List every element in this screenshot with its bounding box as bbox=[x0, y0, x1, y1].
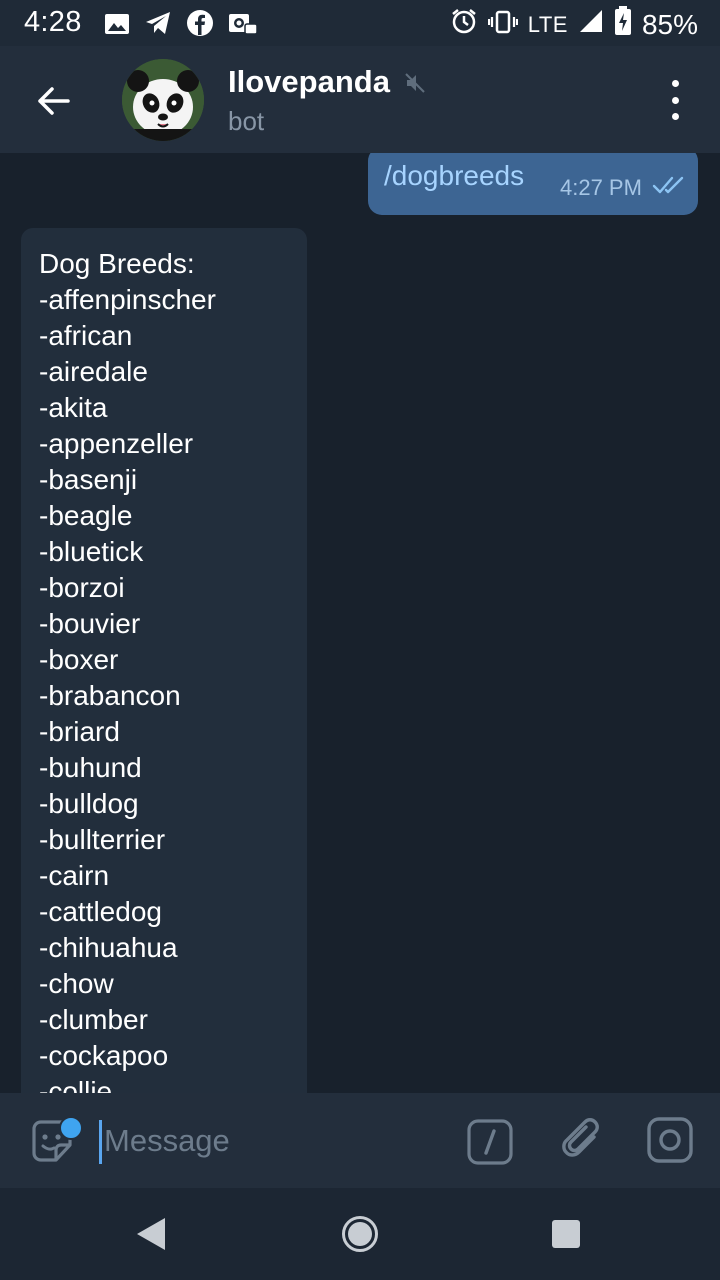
panda-avatar-icon bbox=[122, 59, 204, 141]
chat-subtitle: bot bbox=[228, 106, 265, 136]
double-check-icon bbox=[652, 175, 686, 200]
breed-list-item: -brabancon bbox=[39, 680, 181, 711]
message-heading-line: Dog Breeds: bbox=[39, 248, 195, 279]
back-button[interactable] bbox=[28, 76, 78, 126]
breed-list-item: -buhund bbox=[39, 752, 142, 783]
status-bar: 4:28 LTE 85% bbox=[0, 0, 720, 46]
breed-list-item: -borzoi bbox=[39, 572, 125, 603]
text-cursor bbox=[99, 1120, 102, 1164]
avatar[interactable] bbox=[122, 59, 204, 141]
network-type: LTE bbox=[527, 11, 568, 37]
circle-home-icon bbox=[342, 1216, 378, 1252]
nav-recents-button[interactable] bbox=[551, 1219, 581, 1254]
breed-list-item: -bulldog bbox=[39, 788, 139, 819]
breed-list-item: -briard bbox=[39, 716, 120, 747]
outgoing-message-text[interactable]: /dogbreeds bbox=[384, 160, 524, 192]
square-recents-icon bbox=[552, 1220, 580, 1248]
breed-list-item: -cattledog bbox=[39, 896, 162, 927]
breed-list-item: -cockapoo bbox=[39, 1040, 169, 1071]
signal-icon bbox=[578, 8, 604, 41]
system-status-icons: LTE 85% bbox=[450, 6, 698, 43]
attach-button[interactable] bbox=[558, 1115, 606, 1163]
message-input[interactable] bbox=[104, 1115, 434, 1167]
alarm-icon bbox=[450, 7, 478, 42]
breed-list-item: -affenpinscher bbox=[39, 284, 216, 315]
arrow-left-icon bbox=[38, 87, 70, 115]
telegram-chat-screen: 4:28 LTE 85% Ilovepanda bot /dogbreeds 4… bbox=[0, 0, 720, 1280]
slash-command-icon bbox=[467, 1119, 513, 1165]
battery-percent: 85% bbox=[641, 8, 698, 40]
sticker-badge bbox=[59, 1116, 83, 1140]
dot-icon bbox=[671, 96, 679, 104]
breed-list-item: -bouvier bbox=[39, 608, 141, 639]
breed-list-item: -beagle bbox=[39, 500, 133, 531]
notification-icons bbox=[104, 9, 258, 44]
breed-list-item: -akita bbox=[39, 392, 108, 423]
breed-list-item: -appenzeller bbox=[39, 428, 194, 459]
bot-commands-button[interactable] bbox=[467, 1119, 513, 1165]
incoming-message-text[interactable]: Dog Breeds: -affenpinscher -african -aireda… bbox=[39, 246, 216, 1093]
incoming-message[interactable]: Dog Breeds: -affenpinscher -african -aireda… bbox=[21, 228, 307, 1093]
dot-icon bbox=[671, 113, 679, 120]
breed-list-item: -cairn bbox=[39, 860, 110, 891]
breed-list-item: -boxer bbox=[39, 644, 119, 675]
status-time: 4:28 bbox=[24, 6, 82, 38]
system-navigation-bar bbox=[0, 1188, 720, 1280]
paperclip-icon bbox=[562, 1118, 599, 1157]
battery-charging-icon bbox=[614, 6, 632, 43]
breed-list-item: -chow bbox=[39, 968, 114, 999]
chat-title[interactable]: Ilovepanda bbox=[228, 64, 390, 100]
camera-button[interactable] bbox=[645, 1115, 695, 1165]
dot-icon bbox=[671, 80, 679, 87]
breed-list-item: -clumber bbox=[39, 1004, 148, 1035]
breed-list-item: -collie bbox=[39, 1076, 113, 1093]
facebook-icon bbox=[186, 9, 214, 44]
breed-list-item: -bluetick bbox=[39, 536, 144, 567]
more-options-button[interactable] bbox=[660, 80, 690, 120]
image-icon bbox=[104, 11, 130, 43]
nav-home-button[interactable] bbox=[341, 1215, 379, 1258]
triangle-back-icon bbox=[137, 1218, 165, 1250]
muted-speaker-icon bbox=[404, 72, 426, 99]
breed-list-item: -chihuahua bbox=[39, 932, 178, 963]
breed-list-item: -basenji bbox=[39, 464, 138, 495]
vibrate-icon bbox=[487, 9, 518, 41]
outgoing-message[interactable]: /dogbreeds 4:27 PM bbox=[368, 153, 698, 215]
message-composer bbox=[0, 1093, 720, 1188]
message-time: 4:27 PM bbox=[560, 175, 642, 200]
vpn-icon bbox=[228, 11, 258, 43]
telegram-icon bbox=[144, 10, 172, 43]
nav-back-button[interactable] bbox=[135, 1216, 167, 1257]
message-list[interactable]: /dogbreeds 4:27 PM Dog Breeds: -affenpins… bbox=[0, 153, 720, 1093]
breed-list-item: -african bbox=[39, 320, 133, 351]
breed-list-item: -airedale bbox=[39, 356, 148, 387]
breed-list-item: -bullterrier bbox=[39, 824, 166, 855]
chat-header: Ilovepanda bot bbox=[0, 46, 720, 153]
camera-icon bbox=[647, 1117, 693, 1163]
